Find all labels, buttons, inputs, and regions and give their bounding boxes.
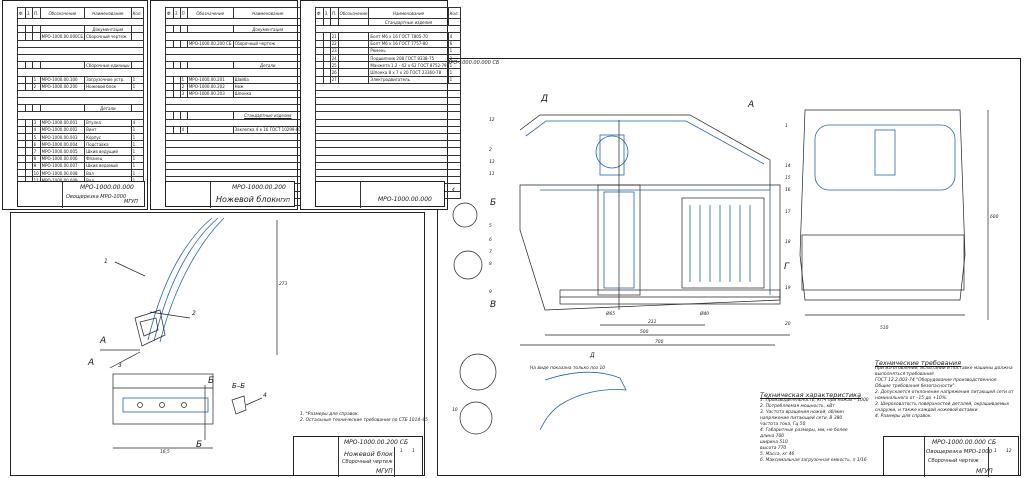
callout: 15	[785, 176, 791, 181]
callout: 17	[785, 210, 791, 215]
title-block-main: МРО-1000.00.000 СБ Овощерезка МРО-1000 С…	[883, 436, 1019, 477]
callout: 6	[489, 238, 492, 243]
view-note: На виде показана только поз 10	[530, 366, 606, 371]
dim-label: 600	[990, 215, 999, 220]
section-label: А	[748, 100, 755, 110]
section-label: В	[490, 300, 497, 310]
dim-label: Ø40	[700, 312, 710, 317]
tb-subtitle: Сборочный чертеж	[928, 458, 979, 464]
callout: 8	[489, 262, 492, 267]
callout: 14	[785, 164, 791, 169]
callout: 18	[785, 240, 791, 245]
callout: 13	[489, 160, 495, 165]
section-label: Б	[490, 198, 497, 208]
tech-requirements: Технические требования При изготовлении,…	[875, 359, 1014, 419]
callout: 16	[785, 188, 791, 193]
section-label: Д	[541, 94, 549, 104]
tb-code: МРО-1000.00.000 СБ	[932, 439, 997, 446]
dim-label: 700	[655, 340, 664, 345]
callout: 19	[785, 286, 791, 291]
section-label: Д	[590, 352, 595, 359]
callout: 5	[489, 224, 492, 229]
callout: 20	[785, 322, 791, 327]
tb-org: МГУП	[976, 468, 993, 475]
callout: 1	[785, 124, 788, 129]
section-label: Г	[784, 262, 790, 272]
callout: 12	[489, 118, 495, 123]
callout: 9	[489, 290, 492, 295]
dim-label: 500	[640, 330, 649, 335]
callout: 7	[489, 250, 492, 255]
dim-label: Ø65	[606, 312, 616, 317]
callout: 4	[452, 188, 455, 193]
main-assembly-drawing	[452, 109, 989, 435]
tech-characteristics: Техническая характеристика 1. Производит…	[760, 391, 869, 463]
callout: 2	[489, 148, 492, 153]
callout: 11	[489, 172, 495, 177]
dim-label: 211	[648, 320, 657, 325]
tb-title: Овощерезка МРО-1000	[926, 449, 993, 455]
callout: 10	[452, 408, 458, 413]
dim-label: 510	[880, 326, 889, 331]
